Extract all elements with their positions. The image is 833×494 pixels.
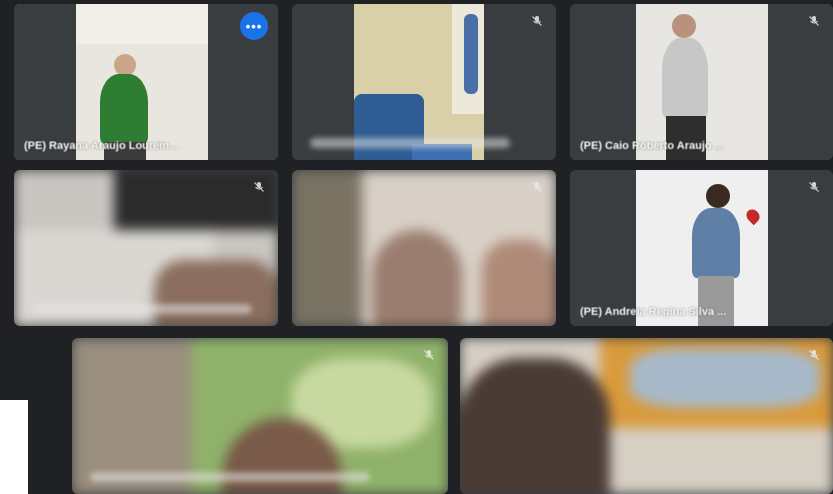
mic-off-icon — [528, 178, 546, 196]
video-feed — [570, 4, 833, 160]
participant-tile-4[interactable] — [14, 170, 278, 326]
participant-tile-5[interactable] — [292, 170, 556, 326]
video-feed — [292, 4, 556, 160]
video-feed — [14, 4, 278, 160]
mic-off-icon — [805, 346, 823, 364]
more-options-button[interactable]: ••• — [240, 12, 268, 40]
participant-name-hidden — [310, 138, 510, 148]
mic-off-icon — [250, 178, 268, 196]
participant-name-hidden — [90, 472, 370, 482]
participant-tile-3[interactable]: (PE) Caio Roberto Araujo ... — [570, 4, 833, 160]
participant-name: (PE) Rayana Araujo Lourein... — [24, 140, 179, 152]
participant-name: (PE) Caio Roberto Araujo ... — [580, 140, 724, 152]
video-feed — [460, 338, 833, 494]
participant-tile-1[interactable]: ••• (PE) Rayana Araujo Lourein... — [14, 4, 278, 160]
participant-tile-6[interactable]: (PE) Andreia Regina Silva ... — [570, 170, 833, 326]
more-options-icon: ••• — [245, 18, 263, 34]
participant-tile-2[interactable] — [292, 4, 556, 160]
video-feed — [14, 170, 278, 326]
participant-name-hidden — [32, 304, 252, 314]
white-corner-area — [0, 400, 28, 494]
mic-off-icon — [805, 12, 823, 30]
mic-off-icon — [420, 346, 438, 364]
participant-tile-8[interactable] — [460, 338, 833, 494]
video-feed — [72, 338, 448, 494]
video-feed — [292, 170, 556, 326]
video-feed — [570, 170, 833, 326]
participant-name: (PE) Andreia Regina Silva ... — [580, 306, 727, 318]
mic-off-icon — [528, 12, 546, 30]
participant-tile-7[interactable] — [72, 338, 448, 494]
mic-off-icon — [805, 178, 823, 196]
